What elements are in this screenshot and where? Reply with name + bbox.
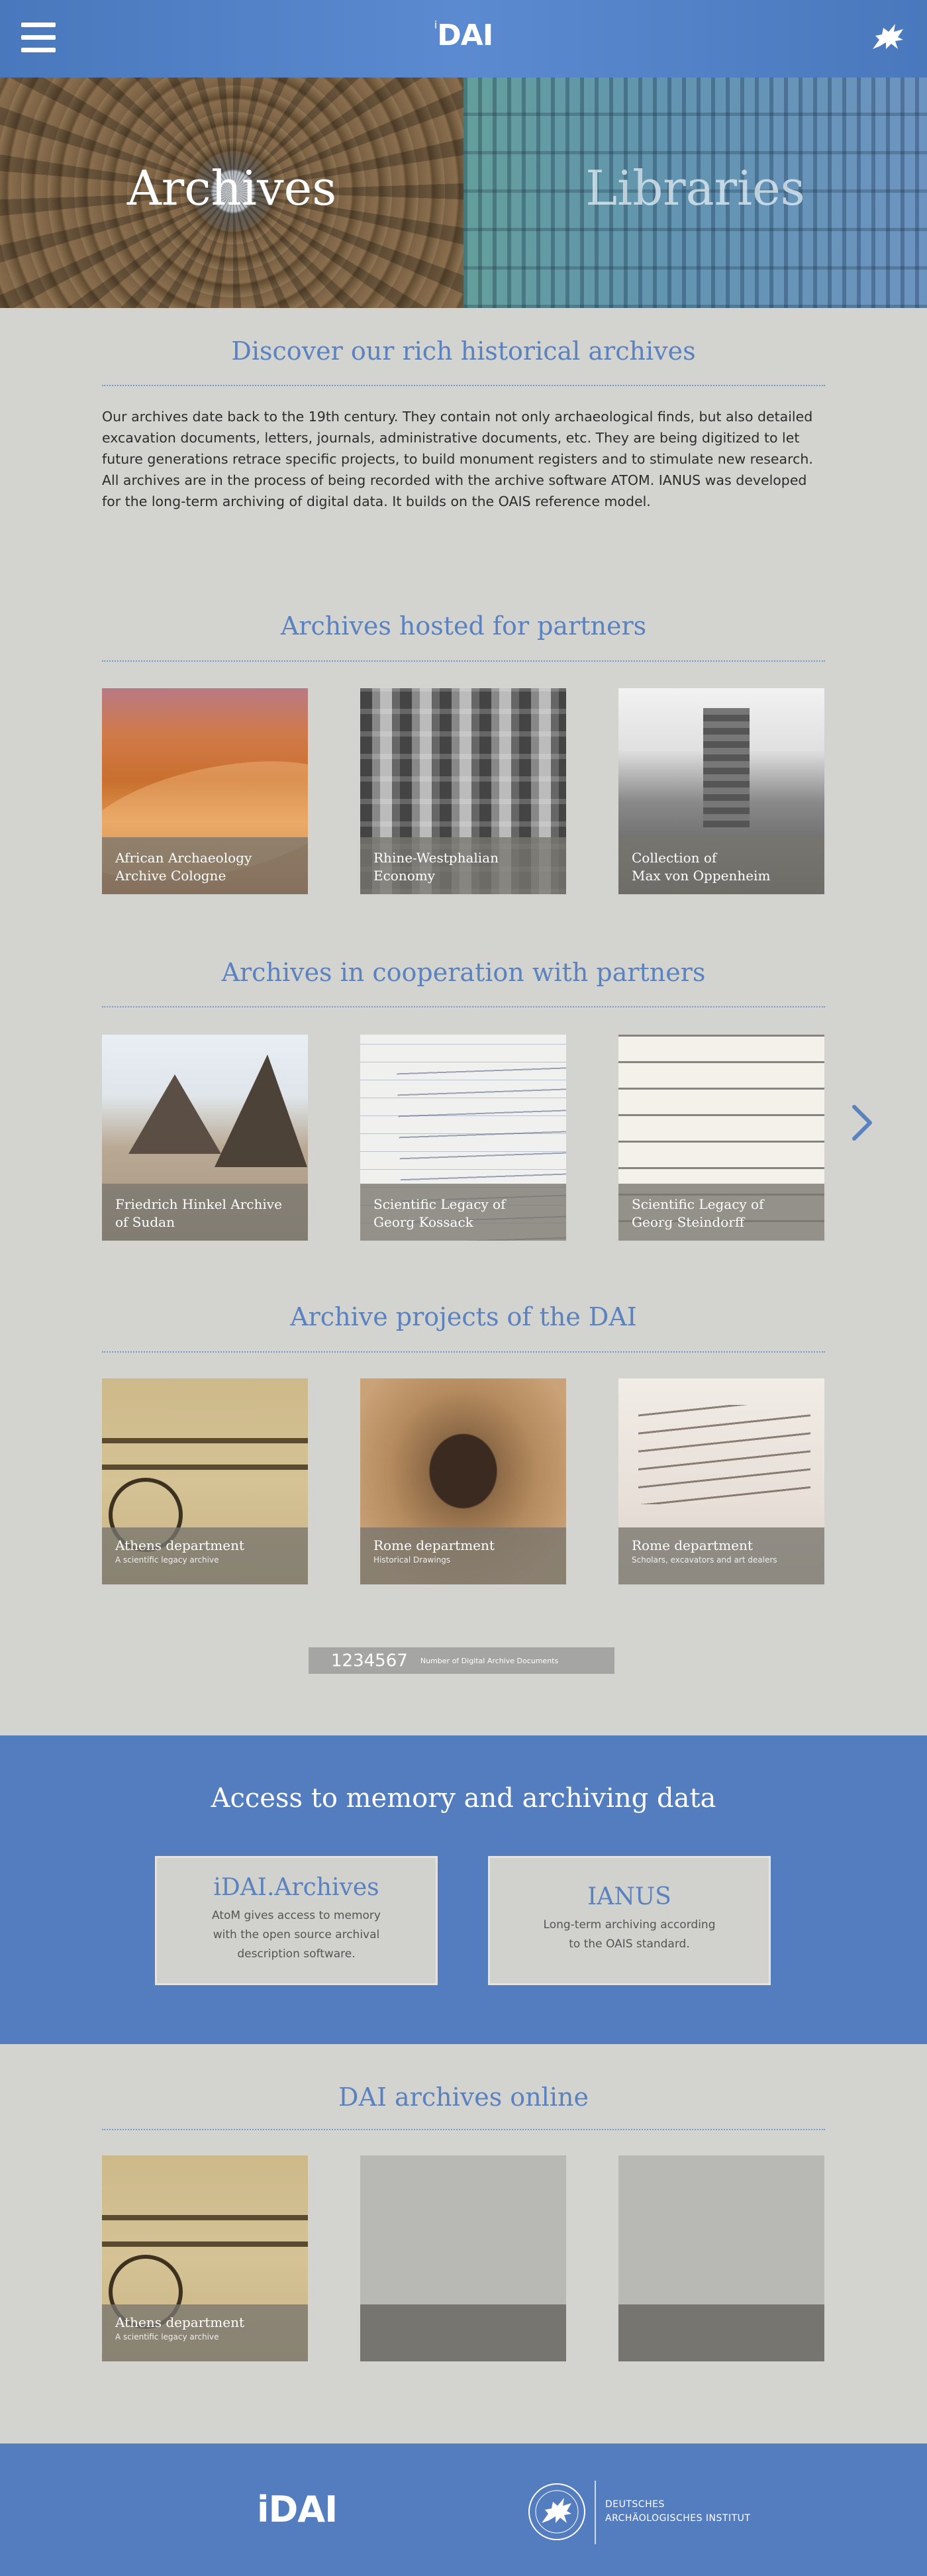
box-description-line3: description software. [237,1947,356,1961]
card-caption: Scientific Legacy of Georg Kossack [360,1184,566,1241]
chevron-right-icon[interactable] [849,1103,875,1143]
hamburger-menu-icon[interactable] [21,23,56,53]
card-title-line2: Georg Kossack [373,1214,473,1230]
card-title-line2: Archive Cologne [115,868,226,884]
box-description-line1: Long-term archiving according [543,1918,716,1932]
section-divider [102,1006,825,1007]
archives-link[interactable]: Archives [0,155,464,221]
counter-number: 1234567 [331,1651,408,1671]
card-subtitle: A scientific legacy archive [115,2332,219,2342]
logo-prefix: i [257,2489,269,2530]
card-online-placeholder[interactable] [360,2155,566,2361]
discover-heading: Discover our rich historical archives [231,336,696,366]
card-title: Athens department [115,1537,245,1553]
card-steindorff-legacy[interactable]: Scientific Legacy of Georg Steindorff [618,1035,824,1241]
footer-idai-logo[interactable]: iDAI [257,2489,338,2530]
top-navigation-bar: iDAI [0,0,927,77]
hosted-archives-heading: Archives hosted for partners [280,611,647,641]
card-title-line2: of Sudan [115,1214,175,1230]
card-subtitle: Historical Drawings [373,1555,451,1565]
box-title: iDAI.Archives [213,1874,379,1901]
hero-banner: Archives Libraries [0,77,927,308]
card-caption: Collection of Max von Oppenheim [618,837,824,894]
card-online-placeholder[interactable] [618,2155,824,2361]
box-description-line1: AtoM gives access to memory [212,1909,381,1922]
card-rome-drawings[interactable]: Rome department Historical Drawings [360,1378,566,1584]
card-caption: Rome department Historical Drawings [360,1527,566,1584]
institute-name[interactable]: DEUTSCHES ARCHÄOLOGISCHES INSTITUT [605,2498,750,2526]
card-caption: Friedrich Hinkel Archive of Sudan [102,1184,308,1241]
card-title-line2: Max von Oppenheim [632,868,771,884]
card-caption: Scientific Legacy of Georg Steindorff [618,1184,824,1241]
card-subtitle: Scholars, excavators and art dealers [632,1555,777,1565]
idai-archives-box[interactable]: iDAI.Archives AtoM gives access to memor… [155,1856,438,1985]
card-caption: Rhine-Westphalian Economy [360,837,566,894]
box-title: IANUS [587,1883,671,1910]
griffin-icon[interactable] [869,20,907,53]
card-title-line1: Friedrich Hinkel Archive [115,1196,282,1212]
counter-label: Number of Digital Archive Documents [420,1656,559,1665]
footer-separator [595,2481,596,2544]
logo-text: DAI [437,19,493,52]
card-kossack-legacy[interactable]: Scientific Legacy of Georg Kossack [360,1035,566,1241]
digital-documents-counter: 1234567 Number of Digital Archive Docume… [309,1647,614,1674]
projects-heading: Archive projects of the DAI [290,1302,637,1331]
card-rhine-westphalian[interactable]: Rhine-Westphalian Economy [360,688,566,894]
box-description-line2: with the open source archival [213,1928,380,1941]
card-title: Athens department [115,2314,245,2330]
card-title-line2: Georg Steindorff [632,1214,745,1230]
card-rome-scholars[interactable]: Rome department Scholars, excavators and… [618,1378,824,1584]
section-divider [102,1351,825,1353]
card-title-line1: Scientific Legacy of [373,1196,506,1212]
card-african-archaeology[interactable]: African Archaeology Archive Cologne [102,688,308,894]
card-title-line1: African Archaeology [115,850,252,866]
section-divider [102,385,825,386]
section-divider [102,2129,825,2130]
access-section: Access to memory and archiving data iDAI… [0,1735,927,2044]
box-description-line2: to the OAIS standard. [569,1937,690,1951]
card-caption: Athens department A scientific legacy ar… [102,2304,308,2361]
card-caption: African Archaeology Archive Cologne [102,837,308,894]
logo-text: DAI [268,2489,338,2530]
libraries-link[interactable]: Libraries [464,155,927,221]
card-title-line1: Collection of [632,850,717,866]
ianus-box[interactable]: IANUS Long-term archiving according to t… [488,1856,771,1985]
card-caption: Athens department A scientific legacy ar… [102,1527,308,1584]
card-online-athens[interactable]: Athens department A scientific legacy ar… [102,2155,308,2361]
access-heading: Access to memory and archiving data [211,1783,716,1814]
intro-paragraph: Our archives date back to the 19th centu… [102,409,813,509]
card-title-line2: Economy [373,868,436,884]
card-subtitle: A scientific legacy archive [115,1555,219,1565]
institute-seal-icon[interactable] [527,2482,587,2542]
institute-name-line1: DEUTSCHES [605,2499,665,2510]
card-title: Rome department [373,1537,495,1553]
idai-logo[interactable]: iDAI [411,19,516,58]
footer: iDAI DEUTSCHES ARCHÄOLOGISCHES INSTITUT [0,2444,927,2576]
institute-name-line2: ARCHÄOLOGISCHES INSTITUT [605,2513,751,2524]
cooperation-heading: Archives in cooperation with partners [221,958,706,987]
card-hinkel-archive[interactable]: Friedrich Hinkel Archive of Sudan [102,1035,308,1241]
online-heading: DAI archives online [338,2083,589,2112]
section-divider [102,660,825,662]
card-athens-department[interactable]: Athens department A scientific legacy ar… [102,1378,308,1584]
card-caption [618,2304,824,2361]
card-oppenheim[interactable]: Collection of Max von Oppenheim [618,688,824,894]
card-title: Rome department [632,1537,753,1553]
card-title-line1: Rhine-Westphalian [373,850,499,866]
card-caption [360,2304,566,2361]
card-caption: Rome department Scholars, excavators and… [618,1527,824,1584]
card-title-line1: Scientific Legacy of [632,1196,764,1212]
